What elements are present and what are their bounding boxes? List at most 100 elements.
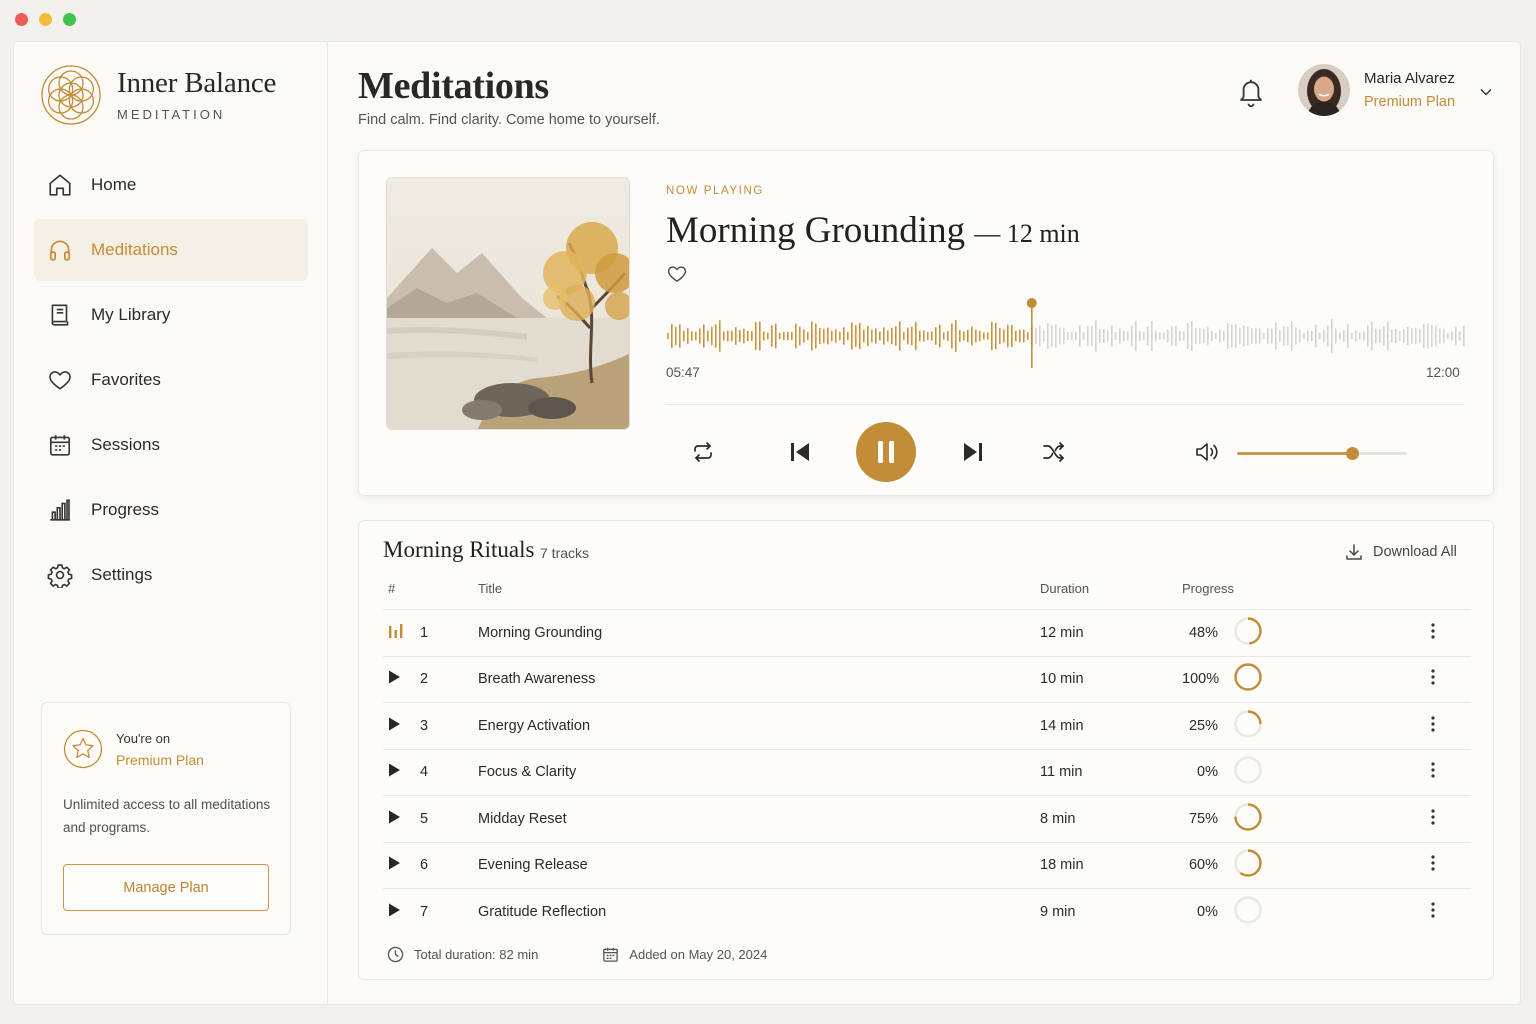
waveform-bar (767, 332, 769, 340)
maximize-window-button[interactable] (63, 13, 76, 26)
brand-title: Inner Balance (117, 66, 277, 99)
waveform-scrubber[interactable] (666, 296, 1466, 371)
waveform-bar (1355, 330, 1357, 342)
table-row[interactable]: 1 Morning Grounding 12 min 48% (383, 609, 1471, 656)
nav-label: Home (91, 175, 137, 194)
waveform-bar (1335, 328, 1337, 344)
waveform-bar (859, 322, 861, 350)
now-playing-indicator[interactable] (389, 623, 403, 642)
user-menu[interactable]: Maria Alvarez Premium Plan (1298, 64, 1455, 116)
page-title: Meditations (358, 65, 549, 107)
waveform-bar (943, 332, 945, 340)
more-options-button[interactable] (1431, 762, 1435, 782)
waveform-bar (1107, 330, 1109, 342)
user-plan: Premium Plan (1364, 94, 1456, 110)
waveform-bar (1015, 330, 1017, 342)
waveform-bar (899, 321, 901, 351)
nav-item-home[interactable]: Home (34, 154, 308, 216)
progress-ring (1234, 710, 1262, 738)
waveform-bar (879, 331, 881, 341)
table-row[interactable]: 3 Energy Activation 14 min 25% (383, 702, 1471, 749)
favorite-toggle[interactable] (666, 263, 688, 288)
waveform-bar (1347, 324, 1349, 348)
track-duration: 18 min (1040, 857, 1084, 874)
table-row[interactable]: 4 Focus & Clarity 11 min 0% (383, 748, 1471, 796)
waveform-bar (1195, 327, 1197, 345)
nav-item-progress[interactable]: Progress (34, 479, 308, 541)
waveform-bar (739, 329, 741, 343)
nav-item-meditations[interactable]: Meditations (34, 219, 308, 281)
pause-icon (878, 441, 894, 463)
waveform-bar (1427, 323, 1429, 349)
more-options-button[interactable] (1431, 855, 1435, 875)
more-options-button[interactable] (1431, 809, 1435, 829)
more-options-button[interactable] (1431, 623, 1435, 643)
manage-plan-button[interactable]: Manage Plan (63, 864, 269, 911)
track-duration: 12 min (1040, 624, 1084, 641)
brand-subtitle: MEDITATION (117, 106, 226, 122)
close-window-button[interactable] (15, 13, 28, 26)
shuffle-button[interactable] (1042, 442, 1066, 462)
play-track-button[interactable] (389, 810, 400, 827)
track-title: Energy Activation (478, 717, 591, 734)
more-options-button[interactable] (1431, 902, 1435, 922)
track-progress-percent: 48% (1188, 624, 1218, 641)
volume-slider[interactable] (1237, 447, 1407, 460)
waveform-bar (919, 330, 921, 342)
waveform-bar (1087, 325, 1089, 347)
waveform-bar (711, 326, 713, 346)
play-track-button[interactable] (389, 856, 400, 874)
more-options-button[interactable] (1431, 716, 1435, 736)
waveform-bar (1223, 331, 1225, 341)
table-row[interactable]: 7 Gratitude Reflection 9 min 0% (383, 888, 1471, 935)
play-track-button[interactable] (389, 670, 400, 688)
play-track-button[interactable] (389, 763, 400, 781)
track-duration: 11 min (1040, 764, 1083, 781)
track-title: Focus & Clarity (478, 764, 577, 781)
waveform-bar (1191, 321, 1193, 351)
nav-item-library[interactable]: My Library (34, 284, 308, 346)
waveform-bar (1247, 326, 1249, 346)
volume-handle[interactable] (1346, 447, 1360, 460)
waveform-bar (931, 331, 933, 341)
notifications-button[interactable] (1236, 76, 1266, 113)
waveform-bar (1055, 324, 1057, 348)
play-track-button[interactable] (389, 903, 400, 920)
waveform-bar (1119, 328, 1121, 344)
brand[interactable]: Inner Balance MEDITATION (40, 64, 276, 126)
waveform-bar (835, 329, 837, 343)
table-row[interactable]: 2 Breath Awareness 10 min 100% (383, 655, 1471, 703)
previous-button[interactable] (789, 441, 811, 463)
play-track-button[interactable] (389, 717, 400, 734)
pause-button[interactable] (856, 422, 916, 482)
download-all-label: Download All (1373, 544, 1457, 560)
user-menu-toggle[interactable] (1479, 84, 1493, 102)
calendar-icon (49, 435, 71, 456)
track-count: 7 tracks (540, 545, 590, 561)
waveform-bar (1079, 325, 1081, 347)
next-button[interactable] (962, 441, 984, 463)
waveform-bar (703, 324, 705, 348)
now-playing-label: NOW PLAYING (666, 185, 764, 197)
progress-ring (1234, 756, 1262, 784)
nav-item-sessions[interactable]: Sessions (34, 414, 308, 476)
table-row[interactable]: 5 Midday Reset 8 min 75% (383, 795, 1471, 842)
play-icon (389, 856, 400, 870)
waveform-bar (683, 330, 685, 342)
waveform-bar (1091, 325, 1093, 347)
nav-item-settings[interactable]: Settings (34, 544, 308, 606)
download-all-button[interactable]: Download All (1345, 543, 1457, 561)
waveform-bar (811, 321, 813, 351)
repeat-button[interactable] (691, 441, 715, 463)
waveform-bar (1263, 332, 1265, 340)
minimize-window-button[interactable] (39, 13, 52, 26)
more-options-button[interactable] (1431, 669, 1435, 689)
track-duration: 12 min (1006, 219, 1080, 248)
clock-icon (387, 946, 404, 963)
waveform-bar (955, 319, 957, 353)
volume-button[interactable] (1195, 441, 1221, 463)
waveform-bar (1319, 332, 1321, 340)
nav-item-favorites[interactable]: Favorites (34, 349, 308, 411)
table-row[interactable]: 6 Evening Release 18 min 60% (383, 841, 1471, 889)
playlist-card: Morning Rituals 7 tracks Download All # … (358, 520, 1494, 980)
